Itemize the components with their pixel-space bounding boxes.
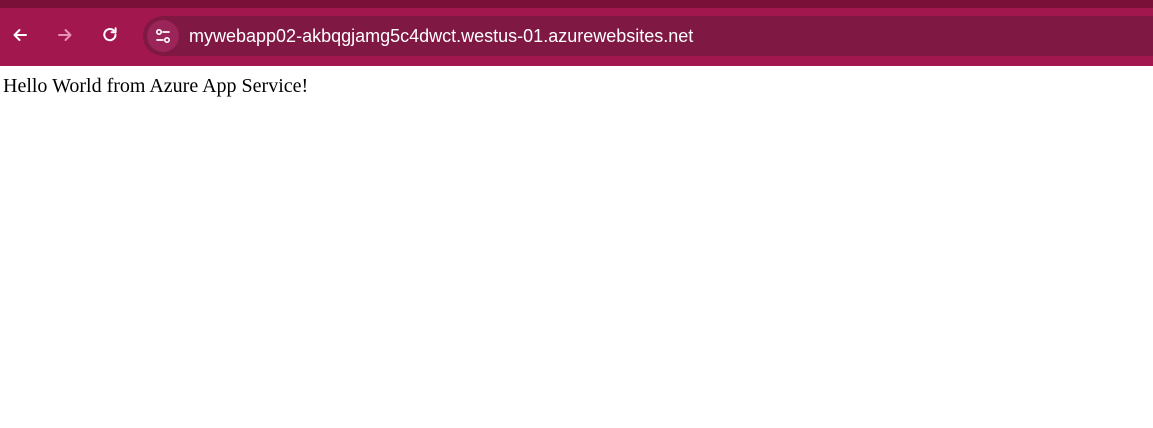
- hello-message: Hello World from Azure App Service!: [3, 75, 309, 97]
- page-content: Hello World from Azure App Service!: [0, 66, 1153, 428]
- reload-icon: [103, 27, 117, 42]
- browser-toolbar: mywebapp02-akbqgjamg5c4dwct.westus-01.az…: [0, 8, 1153, 66]
- arrow-right-icon: [58, 29, 72, 41]
- window-top-strip: [0, 0, 1153, 8]
- browser-chrome: mywebapp02-akbqgjamg5c4dwct.westus-01.az…: [0, 0, 1153, 66]
- arrow-left-icon: [13, 29, 27, 41]
- address-bar[interactable]: mywebapp02-akbqgjamg5c4dwct.westus-01.az…: [143, 16, 1153, 56]
- reload-button[interactable]: [94, 19, 126, 51]
- back-button[interactable]: [4, 19, 36, 51]
- forward-button[interactable]: [49, 19, 81, 51]
- site-info-button[interactable]: [147, 20, 179, 52]
- url-text[interactable]: mywebapp02-akbqgjamg5c4dwct.westus-01.az…: [189, 16, 693, 56]
- tune-settings-icon: [155, 28, 171, 44]
